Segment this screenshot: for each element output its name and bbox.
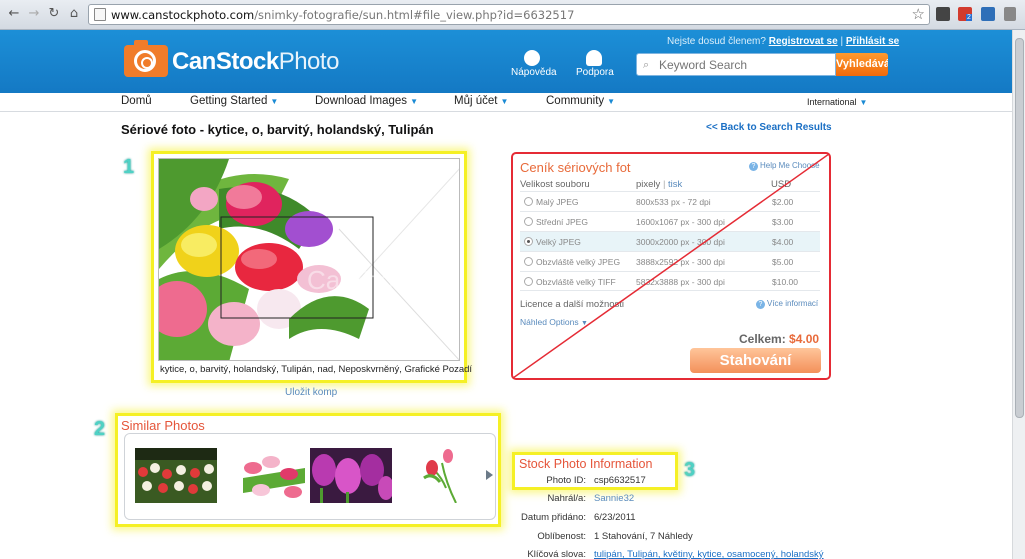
search-input[interactable] — [659, 57, 829, 72]
support-link[interactable]: Podpora — [576, 67, 614, 78]
chevron-down-icon: ▼ — [859, 98, 868, 107]
camera-logo-icon — [124, 40, 168, 77]
similar-thumb[interactable] — [310, 448, 392, 503]
page-title: Sériové foto - kytice, o, barvitý, holan… — [121, 122, 434, 137]
nav-home[interactable]: Domů — [121, 95, 152, 107]
nav-my-account[interactable]: Můj účet ▼ — [454, 95, 508, 107]
watermark-text: CanStock — [307, 265, 421, 295]
nav-international[interactable]: International ▼ — [807, 97, 867, 107]
keywords-label: Klíčová slova: — [527, 549, 586, 559]
address-bar[interactable]: www.canstockphoto.com/snimky-fotografie/… — [88, 4, 930, 25]
similar-thumb[interactable] — [412, 448, 468, 503]
search-box: ⌕ — [636, 53, 836, 76]
pricing-panel: Ceník sériových fot ? Help Me Choose Veli… — [511, 152, 831, 380]
step-number-1: 1 — [123, 156, 135, 178]
thumb-image — [310, 448, 392, 503]
home-icon[interactable]: ⌂ — [66, 6, 82, 22]
gmail-extension-icon[interactable]: 2 — [958, 7, 972, 21]
date-added-value: 6/23/2011 — [594, 512, 636, 523]
not-member-text: Nejste dosud členem? — [667, 36, 766, 47]
help-link[interactable]: Nápověda — [511, 67, 557, 78]
login-link[interactable]: Přihlásit se — [846, 36, 899, 47]
url-text[interactable]: www.canstockphoto.com/snimky-fotografie/… — [111, 8, 574, 22]
main-nav: Domů Getting Started ▼ Download Images ▼ M… — [0, 93, 1012, 112]
tulip-photo: CanStock — [159, 159, 459, 360]
browser-toolbar: ← → ↻ ⌂ www.canstockphoto.com/snimky-fot… — [0, 0, 1025, 30]
forward-icon[interactable]: → — [26, 6, 42, 22]
step-number-3: 3 — [684, 459, 696, 481]
popularity-value: 1 Stahování, 7 Náhledy — [594, 531, 693, 542]
nav-download-images[interactable]: Download Images ▼ — [315, 95, 418, 107]
photo-keywords-caption: kytice, o, barvitý, holandský, Tulipán, … — [160, 364, 473, 375]
step-number-2: 2 — [94, 418, 106, 440]
chevron-down-icon: ▼ — [410, 97, 418, 106]
page-icon — [94, 8, 106, 21]
register-link[interactable]: Registrovat se — [769, 36, 838, 47]
back-to-results-link[interactable]: << Back to Search Results — [706, 122, 832, 133]
next-arrow-icon[interactable] — [486, 470, 493, 480]
site-header: CanStockPhoto Nápověda Podpora Nejste do… — [0, 30, 1012, 93]
annotation-cross-line — [513, 154, 829, 378]
search-button[interactable]: Vyhledávání! — [836, 53, 888, 76]
search-icon: ⌕ — [643, 58, 650, 71]
extension-icon[interactable] — [981, 7, 995, 21]
uploaded-by-label: Nahrál/a: — [547, 493, 586, 504]
help-icon[interactable] — [524, 50, 540, 66]
photo-id-value: csp6632517 — [594, 475, 646, 486]
link-separator: | — [840, 36, 844, 47]
back-icon[interactable]: ← — [6, 6, 22, 22]
support-icon[interactable] — [586, 50, 602, 66]
similar-thumb[interactable] — [243, 448, 305, 503]
stock-info-title: Stock Photo Information — [519, 457, 653, 471]
extension-badge: 2 — [966, 14, 972, 21]
similar-photos-title: Similar Photos — [121, 418, 205, 433]
popularity-label: Oblíbenost: — [537, 531, 586, 542]
thumb-image — [243, 448, 305, 503]
account-links: Nejste dosud členem? Registrovat se | Př… — [667, 36, 899, 47]
nav-community[interactable]: Community ▼ — [546, 95, 615, 107]
photo-preview[interactable]: CanStock — [158, 158, 460, 361]
uploader-link[interactable]: Sannie32 — [594, 493, 634, 504]
photo-id-label: Photo ID: — [546, 475, 586, 486]
reload-icon[interactable]: ↻ — [46, 6, 62, 22]
keywords-links[interactable]: tulipán, Tulipán, květiny, kytice, osamo… — [594, 549, 824, 559]
scrollbar-thumb[interactable] — [1015, 38, 1024, 418]
similar-thumb[interactable] — [135, 448, 217, 503]
extension-gear-icon[interactable] — [936, 7, 950, 21]
chevron-down-icon: ▼ — [270, 97, 279, 106]
logo-wordmark: CanStockPhoto — [172, 48, 339, 75]
chevron-down-icon: ▼ — [607, 97, 616, 106]
wrench-menu-icon[interactable] — [1004, 7, 1016, 21]
thumb-image — [135, 448, 217, 503]
date-added-label: Datum přidáno: — [521, 512, 586, 523]
thumb-image — [412, 448, 468, 503]
chevron-down-icon: ▼ — [500, 97, 509, 106]
bookmark-star-icon[interactable]: ☆ — [912, 5, 925, 23]
scrollbar[interactable] — [1012, 30, 1025, 559]
save-comp-link[interactable]: Uložit komp — [285, 387, 337, 398]
nav-getting-started[interactable]: Getting Started ▼ — [190, 95, 278, 107]
